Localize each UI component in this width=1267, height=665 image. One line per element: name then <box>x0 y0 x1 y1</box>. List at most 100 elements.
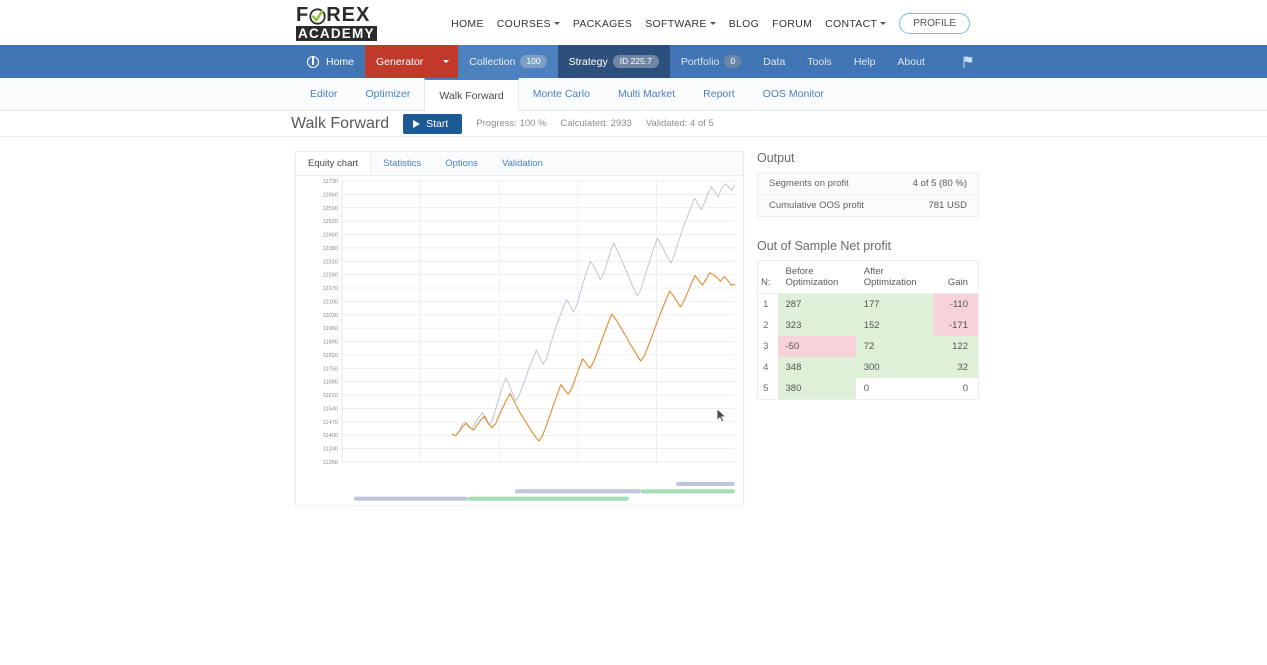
chart-tab-validation[interactable]: Validation <box>490 152 555 175</box>
tab-editor[interactable]: Editor <box>296 78 351 110</box>
cell-after-optimization: 72 <box>855 336 934 357</box>
nav-label: Help <box>853 55 876 68</box>
chart-tab-equity-chart[interactable]: Equity chart <box>296 152 372 175</box>
flag-icon[interactable] <box>961 54 977 70</box>
nav-item-generator[interactable]: Generator <box>365 45 435 78</box>
site-logo[interactable]: F REX ACADEMY <box>296 5 388 41</box>
table-row[interactable]: 1 287 177 -110 <box>758 293 979 315</box>
logo-wordmark: F REX <box>296 5 388 25</box>
topnav-item-packages[interactable]: PACKAGES <box>573 18 632 30</box>
chevron-down-icon <box>443 60 450 63</box>
cell-gain: 32 <box>933 357 979 378</box>
nav-label: Portfolio <box>680 55 720 68</box>
table-row[interactable]: 5 380 0 0 <box>758 378 979 400</box>
segment-out-of-sample-bar <box>467 496 629 501</box>
y-axis-tick-label: 11400 <box>323 433 338 439</box>
nav-label: Data <box>763 55 786 68</box>
topnav-label: FORUM <box>772 17 813 30</box>
nav-generator-dropdown[interactable] <box>434 45 459 78</box>
tab-oos-monitor[interactable]: OOS Monitor <box>749 78 838 110</box>
tab-monte-carlo[interactable]: Monte Carlo <box>519 78 604 110</box>
out-of-sample-net-profit-table: N: Before Optimization After Optimizatio… <box>757 260 979 400</box>
net-profit-heading: Out of Sample Net profit <box>757 239 892 253</box>
y-axis-tick-label: 12100 <box>322 299 338 305</box>
header-line-2: Optimization <box>863 277 917 288</box>
y-axis-tick-label: 12240 <box>322 273 338 279</box>
strategy-id-badge: ID 225.7 <box>612 55 659 68</box>
cell-gain: -110 <box>933 293 979 315</box>
topnav-item-courses[interactable]: COURSES <box>497 18 560 30</box>
y-axis-tick-label: 12170 <box>322 286 338 292</box>
nav-item-about[interactable]: About <box>886 45 935 78</box>
segment-out-of-sample-bar <box>640 489 735 494</box>
tab-report[interactable]: Report <box>689 78 749 110</box>
equity-chart-card: Equity chart Statistics Options Validati… <box>295 151 744 505</box>
chart-tab-options[interactable]: Options <box>433 152 490 175</box>
y-axis-tick-label: 12030 <box>322 313 338 319</box>
topnav-item-home[interactable]: HOME <box>451 18 484 30</box>
chart-series-1 <box>451 183 736 437</box>
cell-index: 5 <box>763 383 769 394</box>
chart-tab-statistics[interactable]: Statistics <box>371 152 433 175</box>
cell-index: 2 <box>763 320 769 331</box>
nav-item-help[interactable]: Help <box>843 45 887 78</box>
nav-label: Generator <box>376 55 424 68</box>
globe-icon <box>307 55 319 68</box>
topnav-item-software[interactable]: SOFTWARE <box>645 18 716 30</box>
nav-item-portfolio[interactable]: Portfolio 0 <box>670 45 752 78</box>
module-tabbar: Editor Optimizer Walk Forward Monte Carl… <box>0 78 1267 111</box>
tab-optimizer[interactable]: Optimizer <box>351 78 424 110</box>
play-icon <box>413 119 421 128</box>
page-title: Walk Forward <box>291 114 390 132</box>
start-button[interactable]: Start <box>403 113 463 134</box>
header-line-1: After <box>863 266 884 277</box>
table-row[interactable]: 3 -50 72 122 <box>758 336 979 357</box>
portfolio-count-badge: 0 <box>724 55 742 68</box>
cell-before-optimization: 287 <box>777 293 856 315</box>
app-navbar: Home Generator Collection 100 Strategy I… <box>0 45 1267 78</box>
segment-in-sample-bar <box>514 489 641 494</box>
topnav-item-contact[interactable]: CONTACT <box>825 17 887 30</box>
cell-before-optimization: 348 <box>777 357 856 378</box>
main-content: Equity chart Statistics Options Validati… <box>0 137 1267 665</box>
nav-label: Strategy <box>568 55 608 68</box>
tab-walk-forward[interactable]: Walk Forward <box>424 78 519 111</box>
table-row[interactable]: 4 348 300 32 <box>758 357 979 378</box>
cell-gain: -171 <box>933 315 979 336</box>
tab-multi-market[interactable]: Multi Market <box>604 78 689 110</box>
progress-status: Progress: 100 % <box>476 118 547 129</box>
cell-before-optimization: 323 <box>777 315 856 336</box>
y-axis-tick-label: 11680 <box>323 380 338 386</box>
output-table: Segments on profit 4 of 5 (80 %) Cumulat… <box>757 172 979 217</box>
topnav-label: HOME <box>451 17 484 30</box>
nav-item-data[interactable]: Data <box>752 45 796 78</box>
check-circle-icon <box>309 7 326 25</box>
table-header-row: N: Before Optimization After Optimizatio… <box>757 260 979 294</box>
table-header: N: Before Optimization After Optimizatio… <box>757 260 979 294</box>
table-row[interactable]: 2 323 152 -171 <box>758 315 979 336</box>
nav-item-home[interactable]: Home <box>296 45 365 78</box>
profile-button[interactable]: PROFILE <box>899 13 970 34</box>
topnav-item-blog[interactable]: BLOG <box>729 18 759 30</box>
nav-label: About <box>897 55 925 68</box>
cell-gain: 122 <box>933 336 979 357</box>
cell-after-optimization: 0 <box>855 378 934 400</box>
y-axis-tick-label: 12310 <box>322 259 338 265</box>
nav-item-strategy[interactable]: Strategy ID 225.7 <box>557 45 670 78</box>
cell-index: 3 <box>763 341 769 352</box>
column-header-gain: Gain <box>933 260 979 294</box>
cell-after-optimization: 300 <box>855 357 934 378</box>
start-button-label: Start <box>426 117 449 130</box>
y-axis-tick-label: 12460 <box>322 233 338 239</box>
topnav-label: CONTACT <box>825 17 878 30</box>
topnav-item-forum[interactable]: FORUM <box>772 18 812 30</box>
nav-item-tools[interactable]: Tools <box>796 45 843 78</box>
output-row-segments-on-profit: Segments on profit 4 of 5 (80 %) <box>758 173 978 194</box>
y-axis-tick-label: 11750 <box>323 366 338 372</box>
topnav-label: BLOG <box>728 17 760 30</box>
nav-item-collection[interactable]: Collection 100 <box>458 45 558 78</box>
y-axis-tick-label: 11960 <box>323 326 338 332</box>
equity-chart-plot: 12730 12660 12590 12520 12460 12380 12310 12240… <box>296 176 743 505</box>
nav-label: Tools <box>807 55 832 68</box>
cell-after-optimization: 152 <box>855 315 934 336</box>
